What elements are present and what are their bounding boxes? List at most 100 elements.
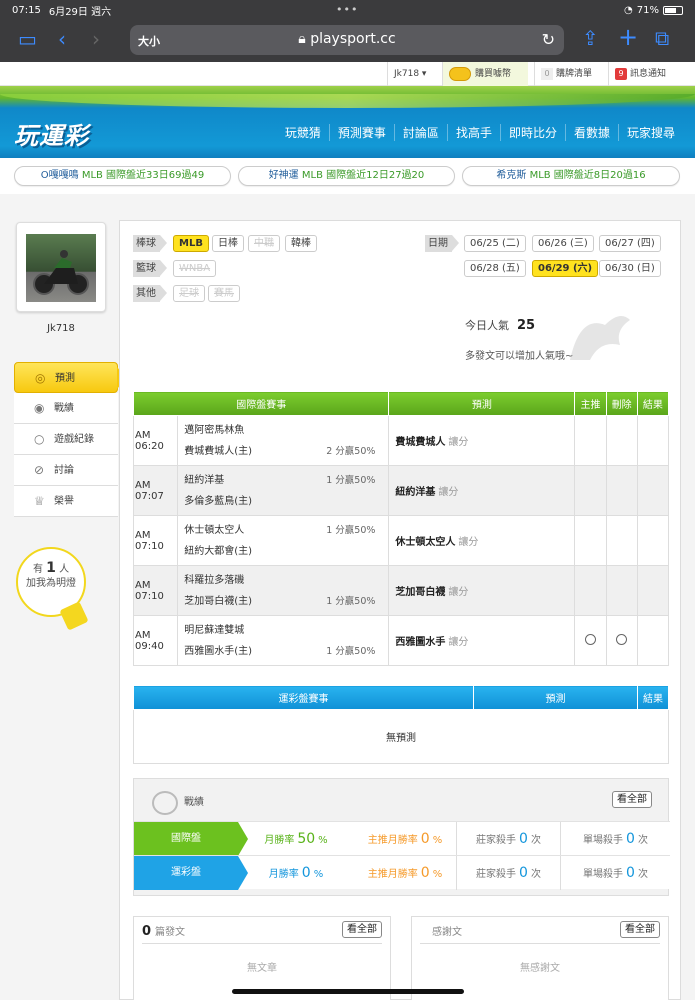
ticker-item[interactable]: O嘎嘎鳴 MLB 國際盤近33日69過49 — [14, 166, 231, 186]
ticker-text: MLB 國際盤近33日69過49 — [81, 170, 205, 181]
top-pick-cell[interactable] — [574, 515, 607, 566]
record-view-all-button[interactable]: 看全部 — [612, 791, 652, 808]
teams: 休士頓太空人 1 分贏50% 紐約大都會(主) — [177, 515, 390, 566]
thanks-view-all-button[interactable]: 看全部 — [620, 921, 660, 938]
menu-game-log[interactable]: ○ 遊戲紀錄 — [14, 424, 118, 455]
nav-item[interactable]: 討論區 — [393, 124, 447, 141]
buy-coins-button[interactable]: 購買噱幣 — [442, 62, 528, 86]
col-delete: 刪除 — [605, 391, 638, 416]
prediction[interactable]: 紐約洋基 讓分 — [388, 465, 576, 516]
team-home-name: 費城費城人(主) — [184, 445, 253, 457]
filter-horse[interactable]: 賽馬 — [208, 285, 240, 302]
menu-record[interactable]: ◉ 戰績 — [14, 393, 118, 424]
pick-type: 讓分 — [448, 587, 469, 598]
user-menu[interactable]: Jk718 ▾ — [387, 62, 442, 86]
pick-team: 芝加哥白襪 — [395, 587, 446, 598]
record-month: 月勝率 0% — [238, 856, 354, 890]
prediction[interactable]: 費城費城人 讓分 — [388, 415, 576, 466]
delete-cell[interactable] — [605, 565, 638, 616]
circle-icon[interactable] — [616, 633, 628, 645]
menu-predict[interactable]: ◎ 預測 — [14, 362, 127, 393]
avatar-frame[interactable] — [16, 222, 106, 312]
posts-view-all-button[interactable]: 看全部 — [342, 921, 382, 938]
filter-npb[interactable]: 日棒 — [212, 235, 244, 252]
nav-item[interactable]: 預測賽事 — [328, 124, 394, 141]
pick-team: 紐約洋基 — [395, 487, 436, 498]
prediction[interactable]: 芝加哥白襪 讓分 — [388, 565, 576, 616]
prediction[interactable]: 休士頓太空人 讓分 — [388, 515, 576, 566]
filter-soccer[interactable]: 足球 — [173, 285, 205, 302]
team-away: 紐約洋基 1 分贏50% — [184, 470, 388, 491]
record-single-label: 單場殺手 — [583, 869, 624, 880]
tabs-icon[interactable]: ⧉ — [655, 28, 669, 48]
lottery-prediction-table: 運彩盤賽事 預測 結果 無預測 — [133, 685, 669, 764]
record-row-label: 運彩盤 — [134, 856, 248, 890]
game-time: AM 07:10 — [132, 565, 179, 616]
record-row-intl: 國際盤 月勝率 50% 主推月勝率 0% 莊家殺手 0 次 單場殺手 0 次 — [134, 821, 670, 856]
site-logo[interactable]: 玩運彩 — [14, 116, 89, 151]
top-pick-cell[interactable] — [574, 565, 607, 616]
nav-item[interactable]: 看數據 — [564, 124, 618, 141]
top-pick-cell[interactable] — [574, 615, 607, 666]
nav-item[interactable]: 玩家搜尋 — [617, 124, 683, 141]
col-top: 主推 — [574, 391, 607, 416]
delete-cell[interactable] — [605, 515, 638, 566]
record-single-value: 0 — [626, 831, 635, 847]
nav-item[interactable]: 即時比分 — [499, 124, 565, 141]
delete-cell[interactable] — [605, 465, 638, 516]
main-panel: 棒球 MLB 日棒 中職 韓棒 籃球 WNBA 其他 足球 賽馬 日期 06/2… — [119, 220, 681, 1000]
forward-icon[interactable]: › — [92, 29, 100, 49]
intl-prediction-table: 國際盤賽事 預測 主推 刪除 結果 AM 06:20 邁阿密馬林魚 費城費城人(主)… — [132, 391, 670, 666]
nav-item[interactable]: 玩競猜 — [277, 124, 329, 141]
record-banker: 莊家殺手 0 次 — [456, 822, 560, 856]
delete-cell[interactable] — [605, 415, 638, 466]
record-top-label: 主推月勝率 — [367, 835, 418, 846]
filter-wnba[interactable]: WNBA — [173, 260, 217, 277]
filter-kbo[interactable]: 韓棒 — [285, 235, 317, 252]
pick-type: 讓分 — [438, 487, 459, 498]
multitask-dots-icon[interactable]: ••• — [336, 3, 358, 16]
odds: 1 分贏50% — [326, 645, 376, 657]
teams: 邁阿密馬林魚 費城費城人(主) 2 分贏50% — [177, 415, 390, 466]
new-tab-icon[interactable]: + — [618, 25, 638, 49]
ticker-item[interactable]: 希克斯 MLB 國際盤近8日20過16 — [462, 166, 680, 186]
ticker-item[interactable]: 好神運 MLB 國際盤近12日27過20 — [238, 166, 455, 186]
address-bar[interactable]: 大小 🔒︎ playsport.cc ↻ — [130, 25, 564, 55]
top-pick-cell[interactable] — [574, 465, 607, 516]
filter-cpbl[interactable]: 中職 — [248, 235, 280, 252]
reload-icon[interactable]: ↻ — [542, 30, 555, 49]
cart-link[interactable]: 0 購牌清單 — [534, 62, 608, 86]
record-times: 次 — [530, 869, 541, 880]
sidebar-icon[interactable]: ▭ — [18, 29, 37, 49]
back-icon[interactable]: ‹ — [58, 29, 66, 49]
ticker-name: O嘎嘎鳴 — [40, 170, 79, 181]
pick-team: 西雅圖水手 — [395, 637, 446, 648]
share-icon[interactable]: ⇪ — [582, 28, 599, 48]
date-option[interactable]: 06/28 (五) — [464, 260, 526, 277]
top-pick-cell[interactable] — [574, 415, 607, 466]
home-indicator[interactable] — [232, 989, 464, 994]
filter-mlb[interactable]: MLB — [173, 235, 209, 252]
team-away-name: 休士頓太空人 — [184, 524, 245, 536]
date-option-selected[interactable]: 06/29 (六) — [532, 260, 599, 277]
circle-icon[interactable] — [585, 633, 597, 645]
record-pct: % — [432, 835, 443, 846]
nav-item[interactable]: 找高手 — [446, 124, 500, 141]
delete-cell[interactable] — [605, 615, 638, 666]
record-month-label: 月勝率 — [264, 835, 295, 846]
date-option[interactable]: 06/27 (四) — [599, 235, 661, 252]
record-title: 戰績 — [184, 797, 204, 808]
record-top-value: 0 — [420, 865, 430, 881]
game-time: AM 09:40 — [132, 615, 179, 666]
prediction[interactable]: 西雅圖水手 讓分 — [388, 615, 576, 666]
game-time: AM 07:10 — [132, 515, 179, 566]
record-single-value: 0 — [626, 865, 635, 881]
date-option[interactable]: 06/26 (三) — [532, 235, 594, 252]
menu-discuss[interactable]: ⊘ 討論 — [14, 455, 118, 486]
team-home: 費城費城人(主) 2 分贏50% — [184, 441, 388, 462]
team-away-name: 紐約洋基 — [184, 474, 225, 486]
notify-link[interactable]: 9 訊息通知 — [608, 62, 695, 86]
date-option[interactable]: 06/30 (日) — [599, 260, 661, 277]
menu-honor[interactable]: ♕ 榮譽 — [14, 486, 118, 517]
date-option[interactable]: 06/25 (二) — [464, 235, 526, 252]
